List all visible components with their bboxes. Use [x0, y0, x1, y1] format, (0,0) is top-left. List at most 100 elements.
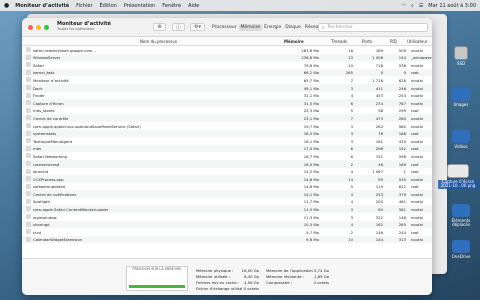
- threads-cell: 5: [350, 184, 353, 190]
- table-row[interactable]: tccd 9,7 Mo 2 146 244 root: [22, 228, 432, 236]
- tab-disque[interactable]: Disque: [283, 24, 303, 31]
- window-subtitle[interactable]: Toutes les opérations: [57, 28, 111, 32]
- user-cell: noufal: [411, 207, 423, 213]
- tab-memoire[interactable]: Mémoire: [238, 24, 263, 31]
- table-row[interactable]: CalendarWidgetExtension 9,6 Mo 10 144 313 nou…: [22, 235, 432, 244]
- user-cell: noufal: [411, 77, 423, 83]
- minimize-window-button[interactable]: [36, 24, 41, 30]
- table-row[interactable]: Moniteur d’activité 65,7 Mo 7 1 716 628 noufa…: [22, 76, 432, 84]
- search-icon: ⌕: [322, 25, 325, 31]
- threads-cell: 5: [350, 108, 353, 114]
- threads-cell: 4: [350, 199, 353, 205]
- desktop-item-ssd[interactable]: SSD: [446, 46, 476, 66]
- search-icon[interactable]: ⌕: [411, 3, 414, 9]
- table-row[interactable]: TextInputMenuAgent 18,1 Mo 3 161 420 noufal: [22, 137, 432, 145]
- process-icon: [26, 130, 31, 136]
- stop-process-button[interactable]: ⊗: [153, 23, 166, 31]
- table-row[interactable]: Capture d’écran 31,5 Mo 6 234 787 noufal: [22, 99, 432, 107]
- process-icon: [26, 145, 31, 151]
- user-cell: noufal: [411, 214, 423, 220]
- menu-item-presentation[interactable]: Présentation: [124, 3, 155, 9]
- drive-icon: [454, 46, 468, 60]
- table-row[interactable]: systemstats 18,3 Mo 3 78 168 root: [22, 129, 432, 138]
- apple-icon[interactable]: ●: [4, 2, 9, 9]
- menu-item-fichier[interactable]: Fichier: [76, 3, 92, 9]
- process-name-cell: systemstats: [33, 131, 56, 137]
- folder-icon: [452, 240, 470, 253]
- menu-item-fenetre[interactable]: Fenêtre: [162, 3, 181, 9]
- table-row[interactable]: Dock 49,1 Mo 3 411 246 noufal: [22, 83, 432, 92]
- menu-item-aide[interactable]: Aide: [188, 3, 199, 9]
- process-icon: [26, 47, 31, 52]
- table-row[interactable]: mds 17,5 Mo 6 298 152 root: [22, 144, 432, 153]
- table-row[interactable]: mds_stores 25,3 Mo 5 98 299 root: [22, 107, 432, 115]
- user-cell: noufal: [411, 62, 423, 68]
- user-cell: noufal: [411, 93, 423, 99]
- menu-item-edition[interactable]: Édition: [100, 3, 117, 9]
- table-row[interactable]: com.apple.appkit.xpc.openAndSavePanelSer…: [22, 122, 432, 130]
- menu-bar: ● Moniteur d’activité Fichier Édition Pr…: [0, 0, 480, 11]
- process-name-cell: WindowServer: [33, 55, 61, 61]
- table-row[interactable]: sharingd 10,3 Mo 4 162 265 noufal: [22, 220, 432, 229]
- ports-cell: 93: [378, 176, 383, 182]
- table-row[interactable]: launchd 15,2 Mo 4 1 087 1 root: [22, 168, 432, 176]
- column-header-memory[interactable]: Mémoire: [284, 39, 304, 44]
- table-row[interactable]: Finder 32,1 Mo 4 453 253 noufal: [22, 92, 432, 100]
- user-cell: root: [411, 169, 419, 175]
- memory-cell: 49,1 Mo: [303, 85, 319, 91]
- zoom-window-button[interactable]: [44, 24, 49, 30]
- desktop-item-images[interactable]: Images: [446, 88, 476, 107]
- column-header-pid[interactable]: PID: [390, 39, 397, 44]
- table-row[interactable]: Safari 79,6 Mo 10 716 538 noufal: [22, 61, 432, 69]
- control-center-icon[interactable]: ☰: [419, 3, 423, 9]
- memory-stats-primary: Mémoire physique :16,00 Go Mémoire utili…: [196, 268, 259, 292]
- table-row[interactable]: kernel_task 66,2 Mo 265 0 0 root: [22, 68, 432, 77]
- process-icon: [26, 153, 31, 159]
- process-name-cell: Centre de contrôle: [33, 115, 69, 121]
- desktop-item-videos[interactable]: Vidéos: [446, 130, 476, 149]
- column-header-threads[interactable]: Threads: [331, 39, 347, 44]
- memory-cell: 16,0 Mo: [303, 161, 319, 167]
- tab-processeur[interactable]: Processeur: [210, 24, 239, 31]
- pid-cell: 612: [398, 184, 406, 190]
- close-window-button[interactable]: [28, 24, 33, 30]
- menu-app-name[interactable]: Moniteur d’activité: [15, 3, 69, 9]
- ports-cell: 0: [380, 70, 383, 76]
- column-header-name[interactable]: Nom du processus: [140, 39, 177, 44]
- actions-menu-button[interactable]: ⚙▾: [190, 23, 205, 31]
- table-row[interactable]: Centre de notifications 14,1 Mo 4 253 379 nou…: [22, 190, 432, 198]
- inspect-process-button[interactable]: ⓘ: [172, 23, 185, 31]
- table-row[interactable]: softwareupdated 14,6 Mo 5 119 612 root: [22, 183, 432, 191]
- table-row[interactable]: loginwindow 11,3 Mo 3 322 146 noufal: [22, 213, 432, 221]
- table-row[interactable]: CCXProcess.app 14,6 Mo 14 93 535 noufal: [22, 175, 432, 183]
- table-row[interactable]: Centre de contrôle 23,1 Mo 7 473 260 noufal: [22, 114, 432, 122]
- desktop-item-elements-deplaces[interactable]: Éléments déplacés: [444, 204, 478, 228]
- tab-bar: Processeur Mémoire Énergie Disque Réseau: [210, 24, 323, 31]
- table-row[interactable]: coreservicesd 16,0 Mo 2 46 169 root: [22, 159, 432, 168]
- search-field[interactable]: ⌕ Rechercher: [318, 23, 428, 32]
- process-name-cell: Dock: [33, 85, 43, 91]
- stat-value: 0 octets: [313, 280, 329, 285]
- user-cell: noufal: [411, 199, 423, 205]
- column-header-user[interactable]: Utilisateur: [407, 39, 428, 44]
- memory-cell: 17,5 Mo: [303, 146, 319, 152]
- user-cell: _windowserver: [411, 55, 432, 61]
- table-row[interactable]: Safari Networking 16,7 Mo 6 151 596 noufal: [22, 152, 432, 160]
- memory-cell: 16,7 Mo: [303, 153, 319, 159]
- ports-cell: 78: [378, 131, 383, 137]
- menu-clock[interactable]: Mar 11 août à 3:00: [428, 3, 476, 9]
- wifi-icon[interactable]: ◠: [402, 3, 406, 9]
- table-row[interactable]: com.apple.Safari.ContentBlockerLoader 11,…: [22, 205, 432, 214]
- process-name-cell: Moniteur d’activité: [33, 77, 69, 83]
- table-row[interactable]: safari-reader.jbhah.google.com… 283,6 Mo 1…: [22, 46, 432, 54]
- memory-cell: 25,3 Mo: [303, 108, 319, 114]
- table-row[interactable]: Spotlight 11,7 Mo 4 200 461 noufal: [22, 198, 432, 206]
- desktop-item-label: Éléments déplacés: [451, 218, 471, 228]
- pid-cell: 596: [398, 153, 406, 159]
- tab-energie[interactable]: Énergie: [262, 24, 283, 31]
- column-header-ports[interactable]: Ports: [362, 39, 372, 44]
- memory-cell: 31,5 Mo: [303, 100, 319, 106]
- desktop-item-onedrive[interactable]: OneDrive: [446, 240, 476, 259]
- table-row[interactable]: WindowServer 236,6 Mo 13 1 008 144 _windowser…: [22, 53, 432, 62]
- desktop-item-screenshot[interactable]: Capture d’écran 2021-10...00.png: [438, 164, 478, 189]
